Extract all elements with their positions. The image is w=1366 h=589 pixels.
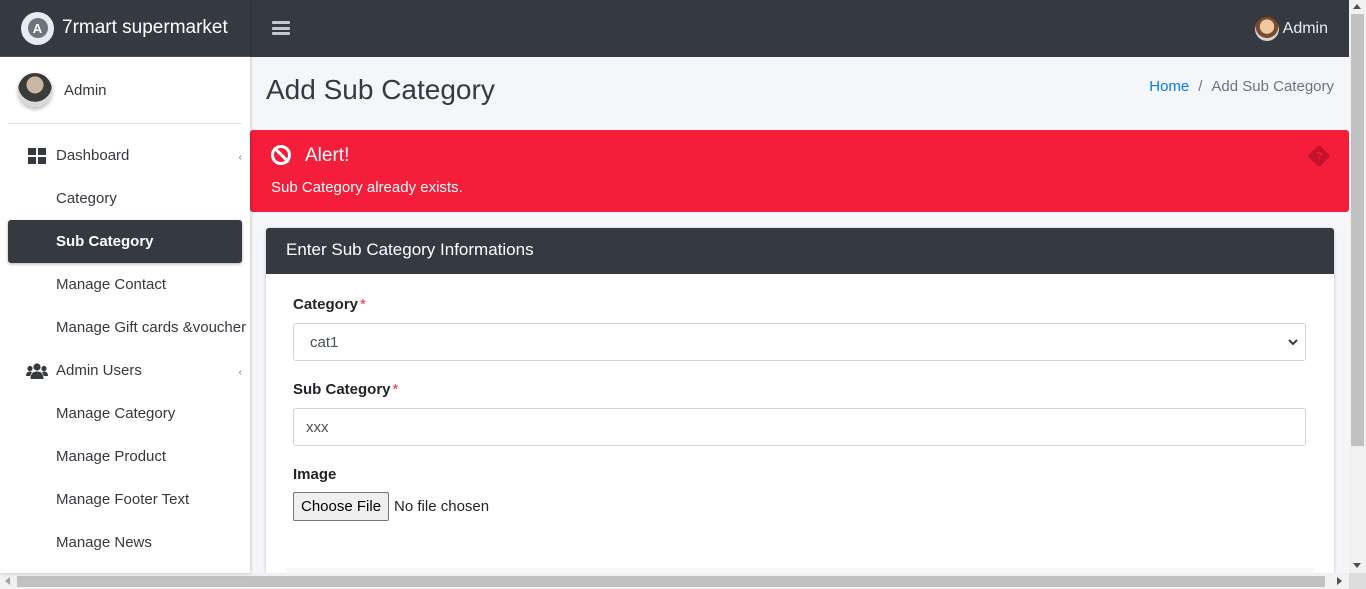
chevron-left-icon: ‹ <box>238 367 242 378</box>
sidebar-item-label: Dashboard <box>56 147 130 164</box>
sidebar-item-label: Manage Category <box>56 405 176 422</box>
user-panel[interactable]: Admin <box>8 57 242 124</box>
vertical-scrollbar[interactable] <box>1349 0 1366 573</box>
category-select[interactable]: cat1 <box>293 323 1306 361</box>
sidebar-item-manage-product[interactable]: Manage Product <box>8 435 242 478</box>
sidebar-nav: Dashboard ‹ Category Sub Category Manage… <box>8 124 246 564</box>
avatar <box>1254 17 1279 41</box>
image-group: Image Choose File No file chosen <box>293 466 1307 521</box>
users-icon <box>26 362 48 379</box>
sidebar-item-label: Manage Gift cards &voucher <box>56 319 247 336</box>
category-label: Category * <box>293 296 366 313</box>
horizontal-scrollbar[interactable] <box>0 573 1366 589</box>
sidebar-item-sub-category[interactable]: Sub Category <box>8 220 242 263</box>
sidebar-item-label: Manage Product <box>56 448 167 465</box>
chevron-down-icon <box>1287 335 1299 353</box>
brand-link[interactable]: A 7rmart supermarket <box>0 0 250 57</box>
ban-icon <box>271 145 291 165</box>
breadcrumb-separator: / <box>1198 78 1203 95</box>
close-icon[interactable]: ? <box>1307 144 1331 168</box>
brand-logo-icon: A <box>21 11 54 45</box>
scroll-right-icon[interactable] <box>1337 577 1342 585</box>
sidebar-item-dashboard[interactable]: Dashboard ‹ <box>8 134 242 177</box>
sidebar-item-label: Manage News <box>56 534 152 551</box>
sidebar-item-label: Category <box>56 190 117 207</box>
sidebar-item-category[interactable]: Category <box>8 177 242 220</box>
sidebar-item-manage-contact[interactable]: Manage Contact <box>8 263 242 306</box>
menu-toggle-icon[interactable] <box>272 19 290 37</box>
sub-category-label: Sub Category * <box>293 381 399 398</box>
chevron-left-icon: ‹ <box>238 152 242 163</box>
category-group: Category * cat1 <box>293 296 1307 361</box>
scrollbar-thumb[interactable] <box>1351 14 1364 446</box>
sidebar-item-admin-users[interactable]: Admin Users ‹ <box>8 349 242 392</box>
user-menu-label: Admin <box>1282 20 1328 37</box>
avatar <box>18 73 52 107</box>
breadcrumb-home-link[interactable]: Home <box>1149 78 1189 95</box>
sub-category-value: xxx <box>306 418 329 436</box>
sidebar-item-manage-footer-text[interactable]: Manage Footer Text <box>8 478 242 521</box>
main-content: Add Sub Category Home / Add Sub Category… <box>250 57 1350 573</box>
sub-category-form-card: Enter Sub Category Informations Category… <box>266 228 1334 573</box>
sub-category-group: Sub Category * xxx <box>293 381 1307 446</box>
top-navbar: Admin <box>250 0 1350 57</box>
sidebar-item-label: Sub Category <box>56 233 154 250</box>
sidebar: A 7rmart supermarket Admin Dashboard ‹ C… <box>0 0 250 573</box>
scroll-up-icon[interactable] <box>1353 4 1361 9</box>
category-selected-value: cat1 <box>310 333 339 351</box>
sidebar-item-label: Admin Users <box>56 362 142 379</box>
brand-name: 7rmart supermarket <box>62 17 228 38</box>
sidebar-item-label: Manage Footer Text <box>56 491 190 508</box>
user-name: Admin <box>64 81 107 99</box>
sidebar-item-manage-news[interactable]: Manage News <box>8 521 242 564</box>
sidebar-item-gift-cards[interactable]: Manage Gift cards &voucher <box>8 306 246 349</box>
image-label: Image <box>293 466 337 483</box>
alert-title: Alert! <box>305 145 350 166</box>
user-menu[interactable]: Admin <box>1254 17 1328 41</box>
sidebar-item-label: Manage Contact <box>56 276 167 293</box>
dashboard-icon <box>26 147 48 164</box>
choose-file-button[interactable]: Choose File <box>293 492 390 521</box>
scrollbar-thumb[interactable] <box>17 576 1325 587</box>
breadcrumb-current: Add Sub Category <box>1211 78 1334 95</box>
scrollbar-corner <box>1349 573 1366 589</box>
sub-category-input[interactable]: xxx <box>293 408 1306 446</box>
card-body: Category * cat1 Sub Category * xxx Image C… <box>266 274 1334 563</box>
file-status: No file chosen <box>394 498 490 515</box>
alert-message: Sub Category already exists. <box>271 179 463 196</box>
required-mark: * <box>392 381 399 398</box>
breadcrumb: Home / Add Sub Category <box>1149 78 1334 95</box>
card-title: Enter Sub Category Informations <box>266 228 1334 274</box>
file-input[interactable]: Choose File No file chosen <box>293 492 1307 521</box>
scroll-down-icon[interactable] <box>1353 563 1361 568</box>
scroll-left-icon[interactable] <box>5 577 10 585</box>
required-mark: * <box>360 296 366 313</box>
sidebar-item-manage-category[interactable]: Manage Category <box>8 392 242 435</box>
alert-danger: Alert! Sub Category already exists. ? <box>250 130 1349 212</box>
page-title: Add Sub Category <box>266 74 495 105</box>
